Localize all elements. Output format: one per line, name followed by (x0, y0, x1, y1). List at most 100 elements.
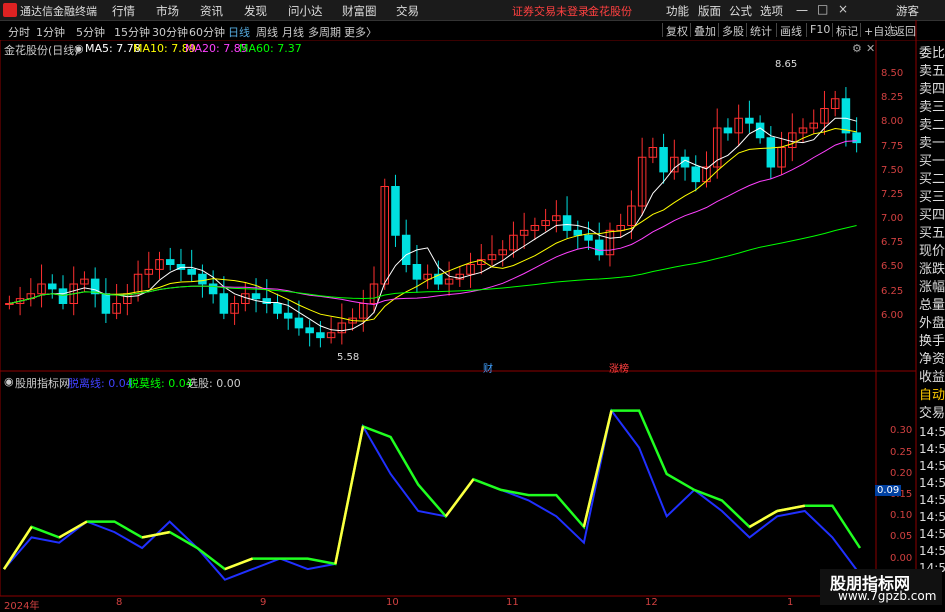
candle-body (723, 127, 733, 134)
trade-tab[interactable]: 交易 (919, 406, 945, 422)
candle-body (251, 293, 261, 300)
tick-time: 14:56 (919, 459, 945, 473)
tick-time: 14:56 (919, 493, 945, 507)
y-tick-600: 6.00 (881, 310, 904, 321)
high-price-label: 8.65 (775, 59, 798, 70)
tuomo-rising-segment (141, 530, 170, 539)
quote-buy2[interactable]: 买二 (919, 172, 945, 188)
quote-earnings[interactable]: 收益 (919, 370, 945, 386)
candle-body (412, 264, 422, 280)
quote-buy4[interactable]: 买四 (919, 208, 945, 224)
tuomo-rising-segment (58, 520, 88, 539)
candle-body (5, 303, 14, 305)
ind-tick-000: 0.00 (890, 553, 913, 564)
indicator-current-value: 0.09 (875, 485, 902, 496)
tuomo-line (2, 409, 862, 571)
y-tick-800: 8.00 (881, 116, 904, 127)
indicator-settings-icon[interactable]: ◉ (4, 375, 14, 388)
ind-tick-010: 0.10 (890, 510, 913, 521)
candle-body (58, 288, 68, 304)
quote-sell5[interactable]: 卖五 (919, 64, 945, 80)
y-tick-675: 6.75 (881, 237, 904, 248)
tuomo-rising-segment (224, 557, 253, 571)
y-tick-625: 6.25 (881, 286, 904, 297)
tuoli-line (3, 408, 861, 581)
candle-body (208, 283, 218, 295)
candle-body (48, 283, 57, 290)
ind-tick-025: 0.25 (890, 447, 913, 458)
tuoli-line-label: 脱离线: 0.04 (68, 377, 133, 390)
candle-body (294, 317, 304, 329)
quote-turnover[interactable]: 换手 (919, 334, 945, 350)
tuomo-rising-segment (776, 504, 806, 513)
tick-time: 14:56 (919, 476, 945, 490)
candle-body (659, 147, 668, 173)
ma5-line (9, 117, 857, 332)
y-tick-775: 7.75 (881, 141, 904, 152)
indicator-title[interactable]: 股朋指标网 (15, 375, 70, 391)
candle-body (691, 166, 701, 183)
quote-buy5[interactable]: 买五 (919, 226, 945, 242)
candle-body (101, 293, 111, 314)
ind-tick-020: 0.20 (890, 468, 913, 479)
candle-body (562, 215, 572, 231)
candle-body (316, 332, 325, 339)
y-tick-650: 6.50 (881, 261, 904, 272)
quote-buy3[interactable]: 买三 (919, 190, 945, 206)
candle-body (401, 234, 411, 265)
candle-body (283, 312, 293, 319)
candle-body (219, 293, 229, 314)
quote-sell3[interactable]: 卖三 (919, 100, 945, 116)
quote-change-pct[interactable]: 涨幅 (919, 280, 945, 296)
candle-body (165, 259, 175, 265)
y-tick-750: 7.50 (881, 165, 904, 176)
candle-body (584, 234, 593, 241)
quote-outer[interactable]: 外盘 (919, 316, 945, 332)
quote-sell4[interactable]: 卖四 (919, 82, 945, 98)
quote-volume[interactable]: 总量 (919, 298, 945, 314)
y-tick-700: 7.00 (881, 213, 904, 224)
quote-change[interactable]: 涨跌 (919, 262, 945, 278)
candle-body (766, 137, 776, 168)
kline-chart-svg[interactable] (0, 0, 945, 609)
low-price-label: 5.58 (337, 352, 360, 363)
quote-price[interactable]: 现价 (919, 244, 945, 260)
auto-tab[interactable]: 自动 (919, 388, 945, 404)
y-tick-725: 7.25 (881, 189, 904, 200)
ma10-line (9, 127, 857, 322)
x-tick-dec: 12 (645, 597, 658, 608)
tuomo-rising-segment (334, 426, 365, 565)
tuomo-rising-segment (2, 526, 33, 570)
tuomo-line-label: 脱莫线: 0.04 (128, 377, 193, 390)
y-tick-825: 8.25 (881, 92, 904, 103)
candle-body (273, 303, 282, 314)
candle-body (198, 273, 207, 285)
candle-body (187, 268, 196, 275)
candle-body (573, 229, 583, 236)
candle-body (391, 186, 400, 236)
watermark-url: www.7gpzb.com (838, 589, 937, 603)
x-tick-2024: 2024年 (4, 601, 40, 612)
quote-sell1[interactable]: 卖一 (919, 136, 945, 152)
finance-flag[interactable]: 财 (483, 360, 493, 375)
candle-body (305, 327, 314, 334)
tick-time: 14:56 (919, 425, 945, 439)
x-tick-aug: 8 (116, 597, 123, 608)
tuomo-rising-segment (582, 410, 613, 528)
ma20-line (9, 140, 857, 306)
candle-body (594, 239, 604, 256)
candle-body (841, 98, 851, 134)
quote-net-assets[interactable]: 净资 (919, 352, 945, 368)
tick-time: 14:56 (919, 510, 945, 524)
y-tick-850: 8.50 (881, 68, 904, 79)
quote-buy1[interactable]: 买一 (919, 154, 945, 170)
top-gainer-flag[interactable]: 涨榜 (609, 360, 629, 375)
ind-tick-030: 0.30 (890, 425, 913, 436)
candle-body (745, 117, 754, 124)
x-tick-sep: 9 (260, 597, 267, 608)
tick-time: 14:56 (919, 544, 945, 558)
x-tick-jan: 1 (787, 597, 794, 608)
quote-sell2[interactable]: 卖二 (919, 118, 945, 134)
ind-tick-005: 0.05 (890, 531, 913, 542)
quote-weibi[interactable]: 委比 (919, 46, 945, 62)
